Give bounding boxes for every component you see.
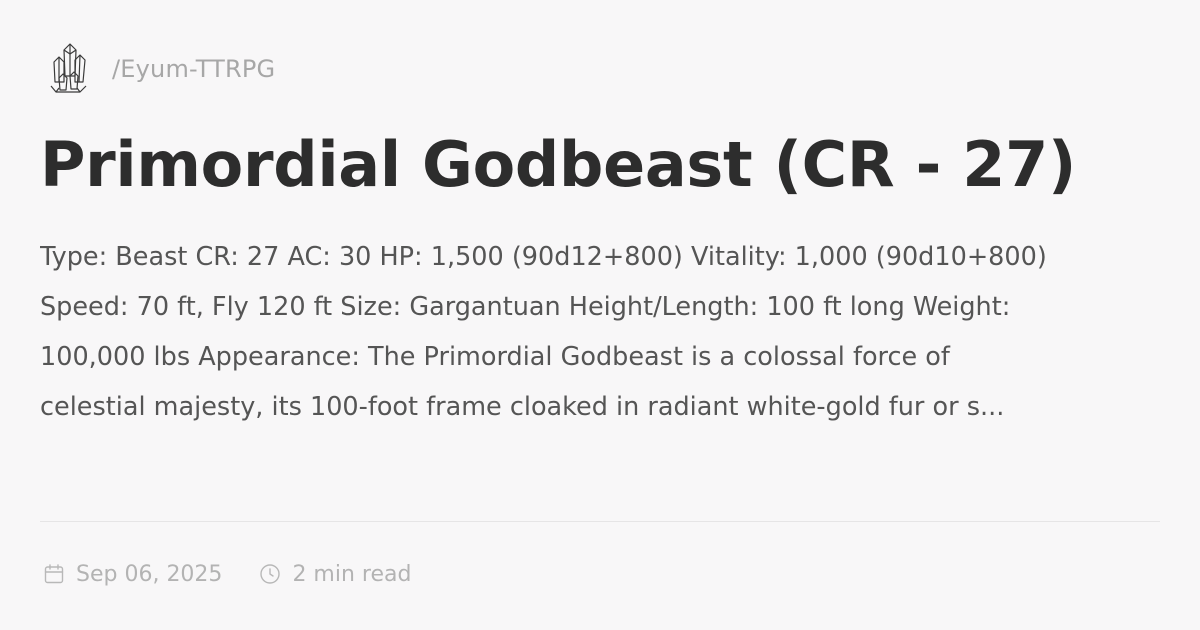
divider — [40, 521, 1160, 522]
excerpt-line: Type: Beast CR: 27 AC: 30 HP: 1,500 (90d… — [40, 242, 1047, 272]
post-excerpt: Type: Beast CR: 27 AC: 30 HP: 1,500 (90d… — [40, 232, 1168, 432]
excerpt-line: 100,000 lbs Appearance: The Primordial G… — [40, 342, 950, 372]
calendar-icon — [44, 564, 64, 584]
excerpt-line: Speed: 70 ft, Fly 120 ft Size: Gargantua… — [40, 292, 1011, 322]
excerpt-line: celestial majesty, its 100-foot frame cl… — [40, 392, 1005, 422]
crystal-cluster-icon — [50, 43, 87, 93]
read-time-text: 2 min read — [292, 561, 412, 587]
clock-icon — [260, 564, 281, 584]
site-header[interactable]: /Eyum-TTRPG — [48, 42, 275, 96]
post-meta: Sep 06, 2025 2 min read — [42, 556, 411, 592]
post-title[interactable]: Primordial Godbeast (CR - 27) — [40, 124, 1076, 206]
social-preview-card: /Eyum-TTRPG Primordial Godbeast (CR - 27… — [0, 0, 1200, 630]
site-path-link[interactable]: /Eyum-TTRPG — [112, 55, 275, 83]
post-date-text: Sep 06, 2025 — [76, 561, 223, 587]
read-time: 2 min read — [258, 562, 411, 587]
post-date: Sep 06, 2025 — [42, 562, 222, 587]
